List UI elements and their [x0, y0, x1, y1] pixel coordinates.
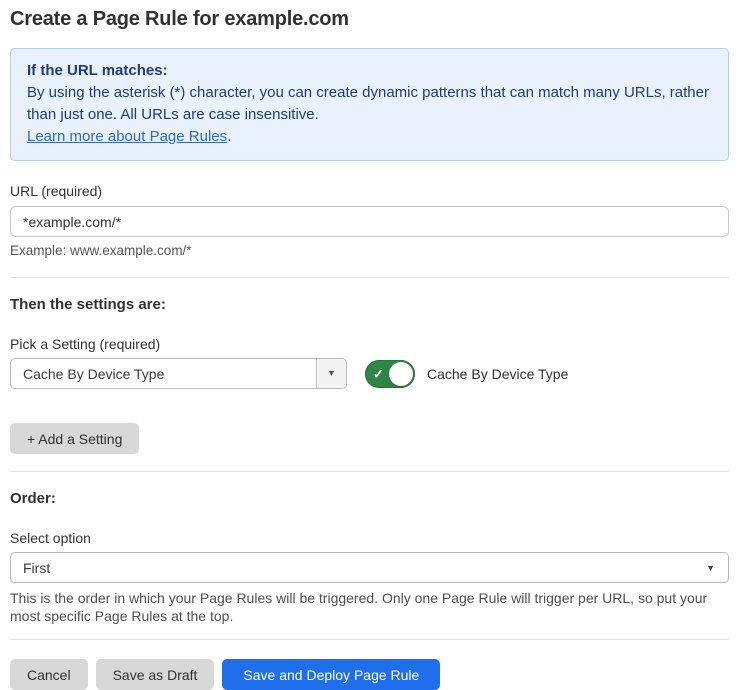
- order-select[interactable]: First ▼: [10, 552, 729, 583]
- order-select-label: Select option: [10, 530, 729, 546]
- add-setting-button[interactable]: + Add a Setting: [10, 423, 139, 454]
- chevron-down-icon: ▼: [327, 369, 336, 378]
- url-input[interactable]: [10, 206, 729, 237]
- setting-select[interactable]: Cache By Device Type ▼: [10, 358, 347, 389]
- save-deploy-button[interactable]: Save and Deploy Page Rule: [222, 659, 440, 690]
- pick-setting-label: Pick a Setting (required): [10, 336, 729, 352]
- url-example-help: Example: www.example.com/*: [10, 243, 729, 258]
- cancel-button[interactable]: Cancel: [10, 659, 88, 690]
- link-suffix: .: [227, 128, 231, 145]
- page-title: Create a Page Rule for example.com: [10, 8, 729, 31]
- check-icon: ✓: [373, 367, 384, 380]
- chevron-down-icon: ▼: [693, 563, 728, 573]
- learn-more-link[interactable]: Learn more about Page Rules: [27, 128, 227, 145]
- cache-device-toggle[interactable]: ✓: [365, 360, 415, 388]
- toggle-label: Cache By Device Type: [427, 366, 568, 382]
- page-rule-form: Create a Page Rule for example.com If th…: [0, 0, 750, 690]
- order-help-text: This is the order in which your Page Rul…: [10, 589, 729, 625]
- info-box-link-line: Learn more about Page Rules.: [27, 126, 712, 148]
- footer-actions: Cancel Save as Draft Save and Deploy Pag…: [10, 659, 729, 690]
- order-select-value: First: [11, 560, 693, 576]
- divider: [10, 277, 729, 278]
- divider: [10, 471, 729, 472]
- url-match-info-box: If the URL matches: By using the asteris…: [10, 48, 729, 161]
- divider: [10, 639, 729, 640]
- setting-select-value: Cache By Device Type: [11, 366, 316, 382]
- setting-row: Cache By Device Type ▼ ✓ Cache By Device…: [10, 358, 729, 389]
- info-box-body: By using the asterisk (*) character, you…: [27, 82, 712, 126]
- toggle-knob: [389, 362, 413, 386]
- setting-select-arrow-button[interactable]: ▼: [316, 359, 346, 388]
- save-draft-button[interactable]: Save as Draft: [96, 659, 215, 690]
- settings-section-heading: Then the settings are:: [10, 296, 729, 313]
- order-section-heading: Order:: [10, 490, 729, 507]
- url-field-label: URL (required): [10, 183, 729, 199]
- info-box-heading: If the URL matches:: [27, 60, 712, 82]
